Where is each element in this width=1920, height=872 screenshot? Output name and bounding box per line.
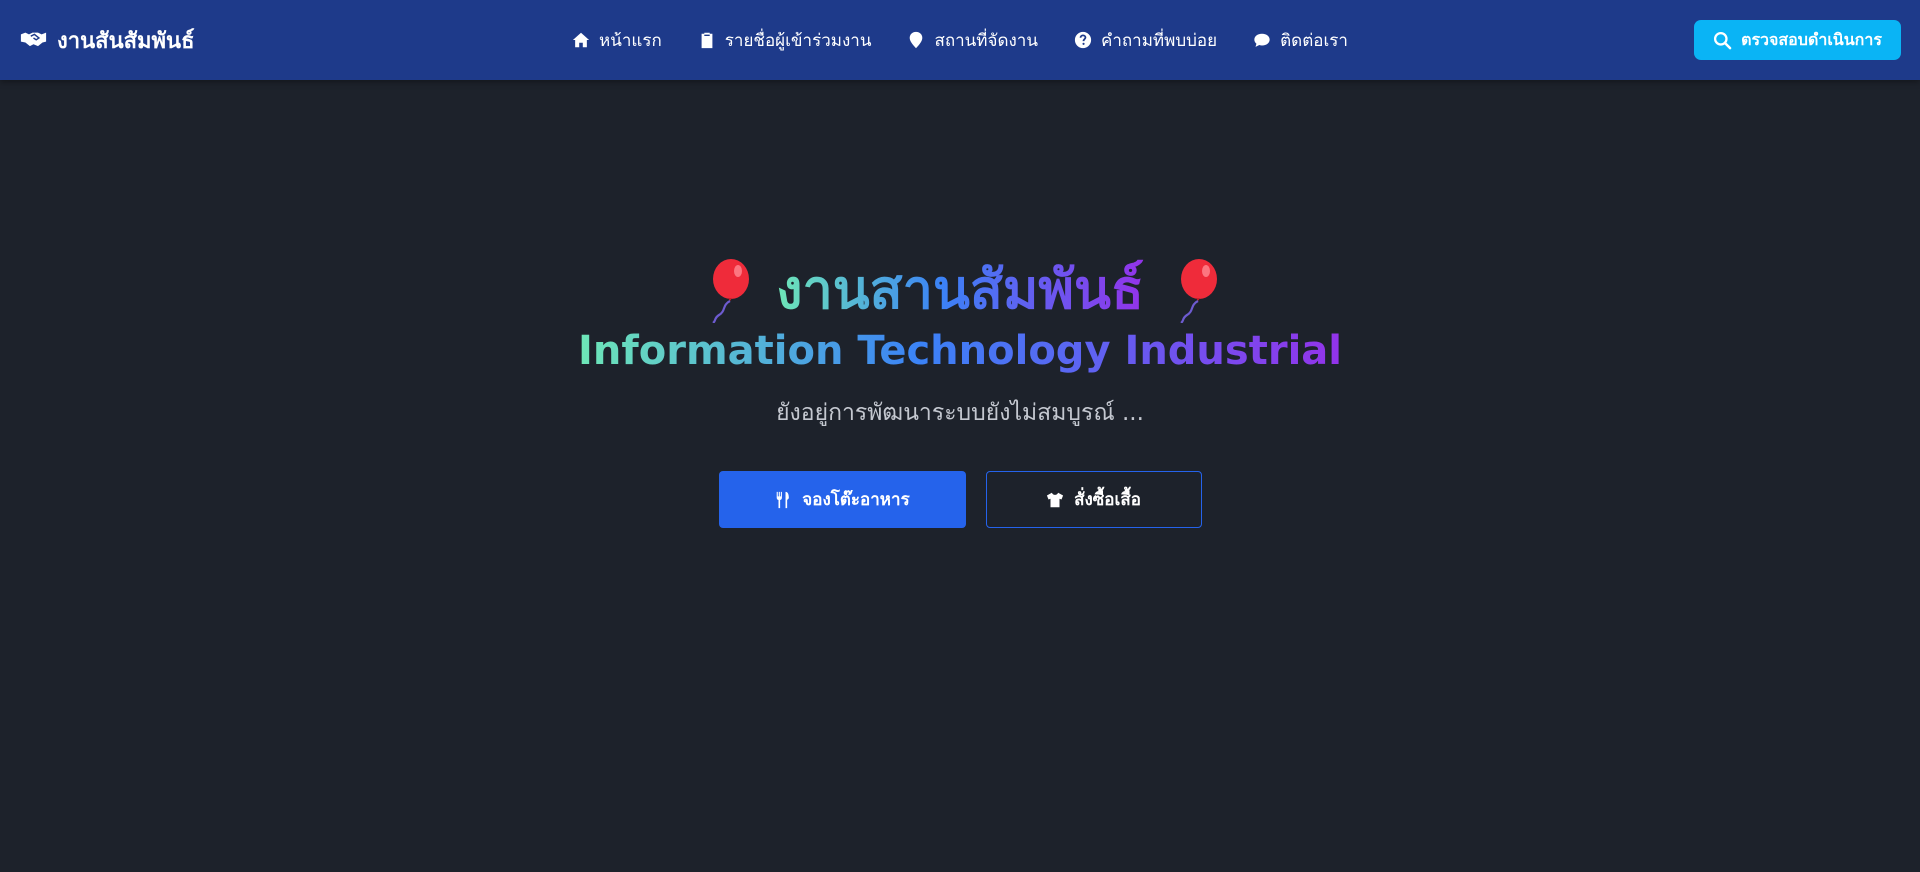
check-status-button[interactable]: ตรวจสอบดำเนินการ bbox=[1694, 20, 1901, 60]
reserve-table-label: จองโต๊ะอาหาร bbox=[802, 490, 910, 510]
nav-item-contact[interactable]: ติดต่อเรา bbox=[1253, 27, 1348, 54]
nav-item-label: ติดต่อเรา bbox=[1280, 30, 1348, 51]
top-navbar: งานสันสัมพันธ์ หน้าแรก รายชื่อผู้เข้าร่ว… bbox=[0, 0, 1920, 80]
brand-label: งานสันสัมพันธ์ bbox=[57, 28, 195, 54]
reserve-table-button[interactable]: จองโต๊ะอาหาร bbox=[718, 471, 966, 528]
check-status-label: ตรวจสอบดำเนินการ bbox=[1741, 29, 1882, 49]
clipboard-icon bbox=[701, 32, 713, 49]
order-shirt-button[interactable]: สั่งซื้อเสื้อ bbox=[985, 471, 1202, 528]
balloon-icon bbox=[712, 259, 750, 323]
nav-item-label: รายชื่อผู้เข้าร่วมงาน bbox=[724, 30, 872, 51]
hero-title: งานสานสัมพันธ์ bbox=[776, 250, 1144, 330]
nav-item-faq[interactable]: คำถามที่พบบ่อย bbox=[1074, 27, 1217, 54]
map-pin-icon bbox=[910, 31, 923, 49]
nav-item-label: หน้าแรก bbox=[599, 30, 662, 51]
question-circle-icon bbox=[1074, 31, 1092, 49]
nav-item-label: สถานที่จัดงาน bbox=[934, 30, 1038, 51]
nav-item-participants[interactable]: รายชื่อผู้เข้าร่วมงาน bbox=[698, 27, 872, 54]
search-icon bbox=[1714, 31, 1732, 49]
nav-item-home[interactable]: หน้าแรก bbox=[572, 27, 662, 54]
hero-section: งานสานสัมพันธ์ Information Technology In… bbox=[0, 250, 1920, 428]
hero-actions: จองโต๊ะอาหาร สั่งซื้อเสื้อ bbox=[0, 471, 1920, 528]
nav-item-venue[interactable]: สถานที่จัดงาน bbox=[907, 27, 1038, 54]
chat-bubble-icon bbox=[1254, 33, 1270, 47]
nav-links: หน้าแรก รายชื่อผู้เข้าร่วมงาน สถานที่จัด… bbox=[572, 25, 1348, 55]
balloon-icon bbox=[1180, 259, 1217, 323]
hero-subtitle: Information Technology Industrial bbox=[578, 328, 1342, 374]
hero-title-row: งานสานสัมพันธ์ bbox=[0, 250, 1920, 330]
order-shirt-label: สั่งซื้อเสื้อ bbox=[1074, 490, 1141, 510]
handshake-icon bbox=[20, 28, 47, 53]
brand-link[interactable]: งานสันสัมพันธ์ bbox=[20, 24, 195, 56]
utensils-icon bbox=[776, 491, 790, 508]
nav-item-label: คำถามที่พบบ่อย bbox=[1100, 30, 1218, 51]
hero-description: ยังอยู่การพัฒนาระบบยังไม่สมบูรณ์ ... bbox=[776, 400, 1144, 426]
home-icon bbox=[572, 32, 590, 48]
shirt-icon bbox=[1046, 492, 1064, 507]
